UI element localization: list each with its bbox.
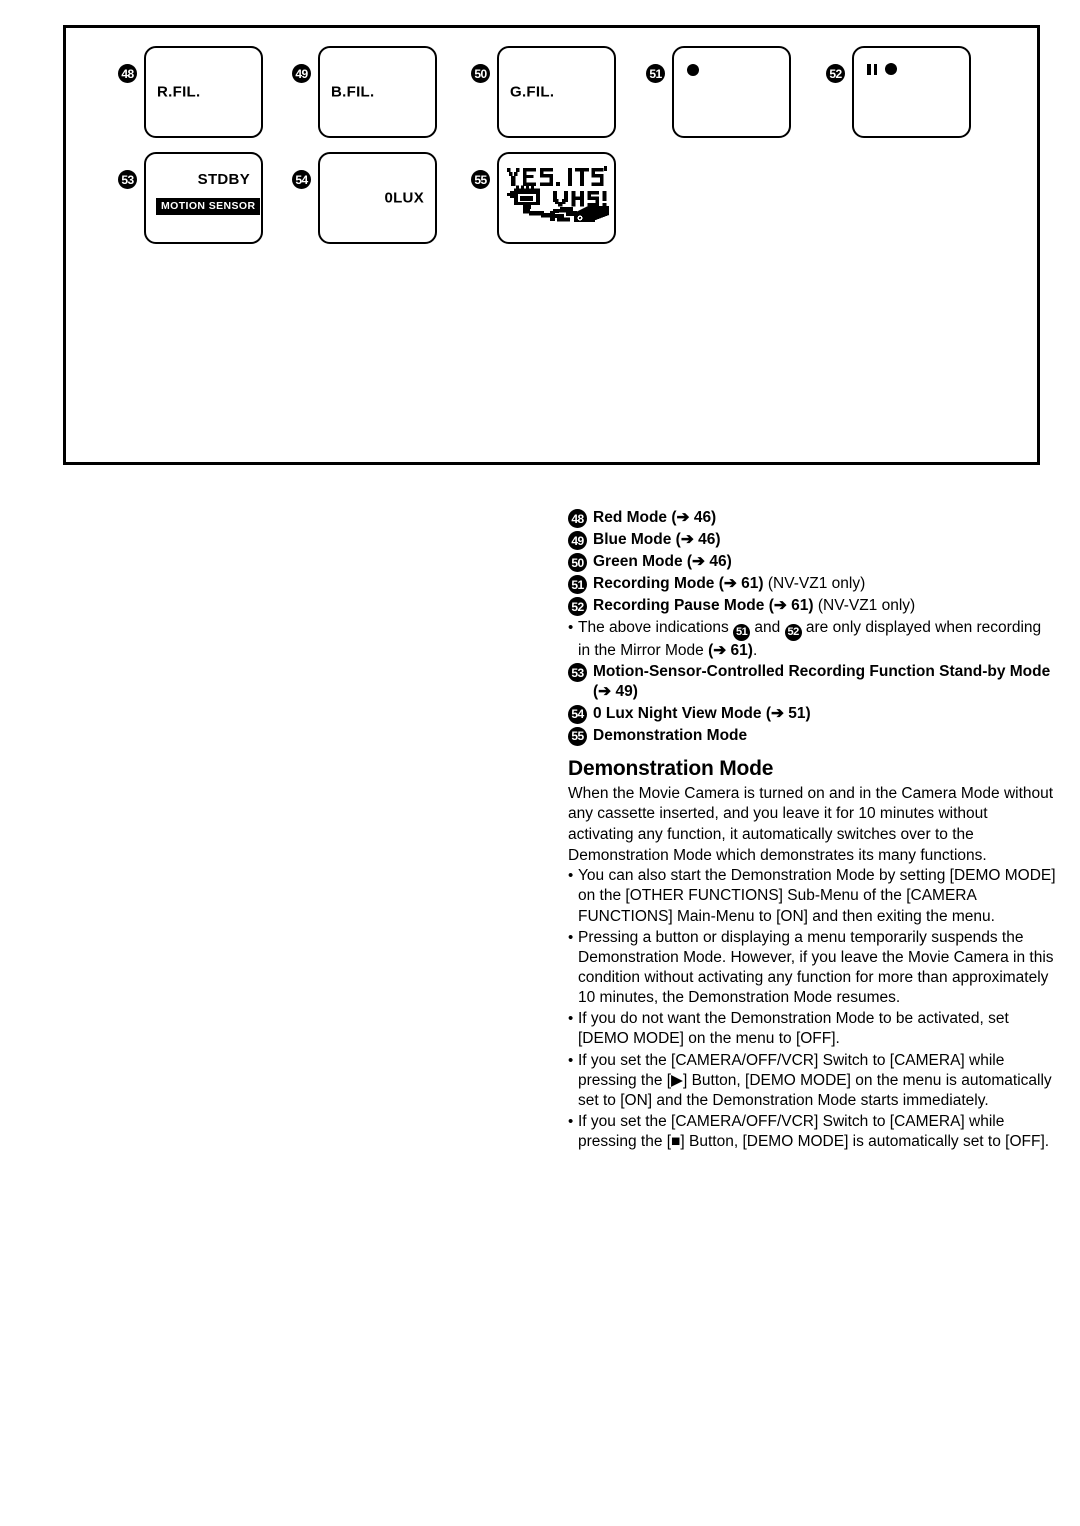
note-mid-text: and: [750, 619, 785, 636]
legend-item-49: 49 Blue Mode (➔ 46): [568, 530, 1056, 550]
pause-record-icon: [867, 63, 897, 75]
note-pre-text: The above indications: [578, 619, 734, 636]
legend-item-label: Blue Mode (➔ 46): [593, 530, 1056, 550]
callout-number-53: 53: [118, 170, 137, 189]
callout-number-55: 55: [471, 170, 490, 189]
lcd-screen-recording-pause-mode: [852, 46, 971, 138]
bullet-dot-icon: •: [568, 1112, 574, 1130]
legend-note-text: The above indications 51 and 52 are only…: [578, 618, 1056, 661]
panel-52: 52: [826, 46, 971, 138]
legend-item-55: 55 Demonstration Mode: [568, 726, 1056, 746]
section-bullet-4: • If you set the [CAMERA/OFF/VCR] Switch…: [568, 1051, 1056, 1111]
panel-51: 51: [646, 46, 791, 138]
callout-number-53: 53: [568, 663, 587, 683]
legend-item-48: 48 Red Mode (➔ 46): [568, 508, 1056, 528]
legend-item-label: Motion-Sensor-Controlled Recording Funct…: [593, 663, 1051, 700]
callout-number-51: 51: [568, 575, 587, 594]
section-bullet-text: You can also start the Demonstration Mod…: [578, 867, 1056, 925]
legend-item-50: 50 Green Mode (➔ 46): [568, 552, 1056, 572]
lcd-label-stdby: STDBY: [197, 171, 250, 188]
lcd-screen-green-filter: G.FIL.: [497, 46, 616, 138]
callout-number-49: 49: [568, 531, 587, 550]
panel-53: 53 STDBY MOTION SENSOR: [118, 152, 263, 244]
lcd-label-r-fil: R.FIL.: [157, 83, 201, 101]
pause-bar-right: [873, 63, 877, 75]
legend-item-label: Recording Pause Mode (➔ 61) (NV-VZ1 only…: [593, 596, 1056, 616]
note-page-reference: (➔ 61): [708, 642, 753, 659]
callout-number-52: 52: [826, 64, 845, 83]
legend-item-label: Red Mode (➔ 46): [593, 508, 1056, 528]
record-dot-icon: [885, 63, 897, 75]
legend-item-bold-text: Recording Pause Mode (➔ 61): [593, 597, 814, 614]
bullet-dot-icon: •: [568, 1010, 574, 1028]
callout-number-54: 54: [568, 704, 587, 724]
legend-item-bold-text: Red Mode (➔ 46): [593, 509, 717, 526]
callout-number-50: 50: [568, 553, 587, 572]
section-bullet-text: Pressing a button or displaying a menu t…: [578, 928, 1054, 1007]
note-end-text: .: [752, 642, 758, 659]
callout-number-54: 54: [292, 170, 311, 189]
motion-sensor-badge: MOTION SENSOR: [156, 198, 261, 215]
panel-54: 54 0LUX: [292, 152, 437, 244]
lcd-screen-blue-filter: B.FIL.: [318, 46, 437, 138]
section-bullet-text: If you set the [CAMERA/OFF/VCR] Switch t…: [578, 1051, 1052, 1109]
callout-number-51: 51: [733, 624, 751, 641]
section-intro-paragraph: When the Movie Camera is turned on and i…: [568, 784, 1054, 864]
legend-item-bold-text: Blue Mode (➔ 46): [593, 531, 721, 548]
panel-50: 50 G.FIL.: [471, 46, 616, 138]
lcd-label-0lux: 0LUX: [384, 189, 424, 207]
legend-item-regular-text: (NV-VZ1 only): [813, 597, 916, 614]
bullet-dot-icon: •: [568, 928, 574, 946]
lcd-screen-red-filter: R.FIL.: [144, 46, 263, 138]
callout-number-50: 50: [471, 64, 490, 83]
callout-number-51: 51: [646, 64, 665, 83]
lcd-screen-recording-mode: [672, 46, 791, 138]
legend-item-bold-text: Recording Mode (➔ 61): [593, 575, 764, 592]
callout-number-55: 55: [568, 726, 587, 746]
lcd-label-g-fil: G.FIL.: [510, 83, 555, 101]
yes-its-vhs-logo: [505, 165, 609, 231]
bullet-dot-icon: •: [568, 867, 574, 885]
lcd-label-b-fil: B.FIL.: [331, 83, 375, 101]
lcd-screen-motion-sensor-standby: STDBY MOTION SENSOR: [144, 152, 263, 244]
section-bullet-text: If you set the [CAMERA/OFF/VCR] Switch t…: [578, 1112, 1050, 1151]
section-bullet-3: • If you do not want the Demonstration M…: [568, 1009, 1056, 1049]
section-bullet-1: • You can also start the Demonstration M…: [568, 866, 1056, 926]
legend-item-regular-text: (NV-VZ1 only): [763, 575, 866, 592]
legend-item-54: 54 0 Lux Night View Mode (➔ 51): [568, 704, 1056, 724]
lcd-screen-zero-lux: 0LUX: [318, 152, 437, 244]
legend-item-53: 53 Motion-Sensor-Controlled Recording Fu…: [568, 662, 1056, 702]
panel-48: 48 R.FIL.: [118, 46, 263, 138]
page-title: Demonstration Mode: [568, 756, 774, 780]
bullet-dot-icon: •: [568, 1051, 574, 1069]
legend-and-description-column: 48 Red Mode (➔ 46) 49 Blue Mode (➔ 46) 5…: [568, 508, 1056, 1153]
section-bullet-5: • If you set the [CAMERA/OFF/VCR] Switch…: [568, 1112, 1056, 1152]
section-bullet-text: If you do not want the Demonstration Mod…: [578, 1010, 1009, 1048]
legend-item-51: 51 Recording Mode (➔ 61) (NV-VZ1 only): [568, 574, 1056, 594]
legend-item-label: Green Mode (➔ 46): [593, 552, 1056, 572]
pause-bar-left: [867, 63, 871, 75]
figure-frame: 48 R.FIL. 49 B.FIL. 50 G.FIL. 51 52 53 S…: [63, 25, 1040, 465]
legend-item-label: Demonstration Mode: [593, 726, 748, 744]
panel-55: 55: [471, 152, 616, 244]
callout-number-52: 52: [784, 624, 802, 641]
section-bullet-2: • Pressing a button or displaying a menu…: [568, 928, 1056, 1009]
callout-number-48: 48: [118, 64, 137, 83]
legend-item-label: 0 Lux Night View Mode (➔ 51): [593, 704, 811, 722]
legend-note-mirror-mode: • The above indications 51 and 52 are on…: [568, 618, 1056, 661]
bullet-dot-icon: •: [568, 619, 574, 636]
callout-number-49: 49: [292, 64, 311, 83]
panel-49: 49 B.FIL.: [292, 46, 437, 138]
pause-bars-icon: [867, 63, 877, 75]
legend-item-bold-text: Green Mode (➔ 46): [593, 553, 732, 570]
record-dot-icon: [687, 64, 699, 76]
legend-item-label: Recording Mode (➔ 61) (NV-VZ1 only): [593, 574, 1056, 594]
callout-number-48: 48: [568, 509, 587, 528]
callout-number-52: 52: [568, 597, 587, 616]
lcd-screen-demonstration-mode: [497, 152, 616, 244]
legend-item-52: 52 Recording Pause Mode (➔ 61) (NV-VZ1 o…: [568, 596, 1056, 616]
